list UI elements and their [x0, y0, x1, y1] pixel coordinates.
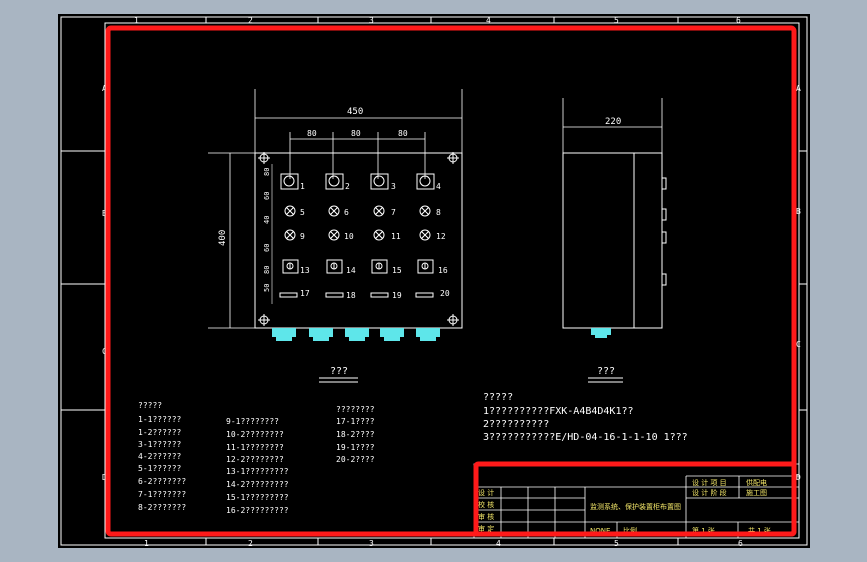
front-panel-outline — [254, 152, 463, 329]
notes-block: ????? 1??????????FXK-A4B4D4K1?? 2???????… — [483, 392, 688, 443]
side-width-dimension: 220 — [605, 117, 621, 127]
zone-top-6: 6 — [736, 16, 741, 25]
legend-block: ????? 1-1?????? 1-2?????? 3-1?????? 4-2?… — [138, 401, 375, 515]
component-11: 11 — [391, 232, 401, 241]
height-dimension: 400 — [218, 230, 228, 246]
zone-bottom-2: 2 — [248, 539, 253, 548]
component-18: 18 — [346, 291, 356, 300]
legend-c2-4: 13-1????????? — [226, 467, 289, 476]
component-16: 16 — [438, 266, 448, 275]
highlight-title-block — [473, 461, 797, 537]
component-17: 17 — [300, 289, 310, 298]
notes-line-2: 2?????????? — [483, 419, 549, 430]
zone-right-d: D — [796, 473, 801, 482]
component-8: 8 — [436, 208, 441, 217]
tb-label-review: 审 核 — [478, 512, 494, 521]
legend-c2-5: 14-2????????? — [226, 480, 289, 489]
component-19: 19 — [392, 291, 402, 300]
legend-c2-7: 16-2????????? — [226, 506, 289, 515]
side-cabinet-outline — [562, 152, 663, 329]
legend-c1-3: 4-2?????? — [138, 452, 182, 461]
zone-bottom-1: 1 — [144, 539, 149, 548]
legend-c2-0: 9-1???????? — [226, 417, 279, 426]
zone-top-2: 2 — [248, 16, 253, 25]
vdim-4: 60 — [263, 244, 271, 252]
side-view-caption: ??? — [597, 366, 615, 377]
legend-c3-1: 18-2???? — [336, 430, 375, 439]
zone-right-c: C — [796, 340, 801, 349]
side-view: 220 ??? — [562, 98, 667, 383]
component-3: 3 — [391, 182, 396, 191]
legend-c2-1: 10-2???????? — [226, 430, 284, 439]
vdim-6: 50 — [263, 284, 271, 292]
component-2: 2 — [345, 182, 350, 191]
zone-right-b: B — [796, 207, 801, 216]
legend-c3-3: 20-2???? — [336, 455, 375, 464]
component-14: 14 — [346, 266, 356, 275]
vdim-5: 80 — [263, 266, 271, 274]
legend-c1-2: 3-1?????? — [138, 440, 182, 449]
drawing-title: 监测系统、保护装置柜布置图 — [590, 502, 681, 511]
legend-c2-2: 11-1???????? — [226, 443, 284, 452]
zone-bottom-5: 5 — [614, 539, 619, 548]
legend-c1-4: 5-1?????? — [138, 464, 182, 473]
zone-top-3: 3 — [369, 16, 374, 25]
highlight-drawing-area — [105, 25, 797, 537]
component-5: 5 — [300, 208, 305, 217]
component-13: 13 — [300, 266, 310, 275]
tb-project-value: 供配电 — [746, 478, 767, 487]
width-dimension: 450 — [347, 107, 363, 117]
notes-line-1: 1??????????FXK-A4B4D4K1?? — [483, 406, 634, 417]
highlight-boxes — [105, 25, 797, 537]
component-20: 20 — [440, 289, 450, 298]
zone-top-1: 1 — [134, 16, 139, 25]
component-7: 7 — [391, 208, 396, 217]
legend-c1-5: 6-2??????? — [138, 477, 186, 486]
zone-bottom-4: 4 — [496, 539, 501, 548]
legend-c3-0: 17-1???? — [336, 417, 375, 426]
component-4: 4 — [436, 182, 441, 191]
front-view: 450 80 80 80 400 80 60 40 60 80 50 1 2 3… — [208, 89, 463, 383]
component-10: 10 — [344, 232, 354, 241]
legend-title: ????? — [138, 401, 162, 410]
legend-c2-3: 12-2???????? — [226, 455, 284, 464]
component-15: 15 — [392, 266, 402, 275]
zone-right-a: A — [796, 84, 801, 93]
legend-c2-6: 15-1????????? — [226, 493, 289, 502]
notes-line-3: 3???????????E/HD-04-16-1-1-10 1??? — [483, 432, 688, 443]
spacing-dim-1: 80 — [307, 129, 317, 138]
cable-glands — [272, 328, 440, 337]
spacing-dim-2: 80 — [351, 129, 361, 138]
zone-top-4: 4 — [486, 16, 491, 25]
legend-c1-6: 7-1??????? — [138, 490, 186, 499]
component-6: 6 — [344, 208, 349, 217]
legend-c1-1: 1-2?????? — [138, 428, 182, 437]
tb-label-design: 设 计 — [478, 488, 494, 497]
indicator-lamps — [284, 205, 431, 241]
tb-stage-label: 设 计 阶 段 — [692, 488, 727, 497]
front-view-caption: ??? — [330, 366, 348, 377]
zone-bottom-6: 6 — [738, 539, 743, 548]
legend-c1-7: 8-2??????? — [138, 503, 186, 512]
vdim-1: 80 — [263, 168, 271, 176]
cad-drawing-canvas[interactable]: 1 2 3 4 5 6 1 2 3 4 5 6 A B C D A B C D — [58, 14, 810, 548]
spacing-dim-3: 80 — [398, 129, 408, 138]
vdim-3: 40 — [263, 216, 271, 224]
component-1: 1 — [300, 182, 305, 191]
notes-title: ????? — [483, 392, 513, 403]
tb-stage-value: 施工图 — [746, 488, 767, 497]
vdim-2: 60 — [263, 192, 271, 200]
tb-project-label: 设 计 项 目 — [692, 478, 727, 487]
legend-c3-title: ???????? — [336, 405, 375, 414]
inner-frame — [104, 22, 800, 539]
tb-label-check: 校 核 — [478, 500, 494, 509]
component-12: 12 — [436, 232, 446, 241]
zone-bottom-3: 3 — [369, 539, 374, 548]
component-9: 9 — [300, 232, 305, 241]
drawing-svg: 1 2 3 4 5 6 1 2 3 4 5 6 A B C D A B C D — [60, 16, 808, 548]
legend-c1-0: 1-1?????? — [138, 415, 182, 424]
legend-c3-2: 19-1???? — [336, 443, 375, 452]
zone-top-5: 5 — [614, 16, 619, 25]
